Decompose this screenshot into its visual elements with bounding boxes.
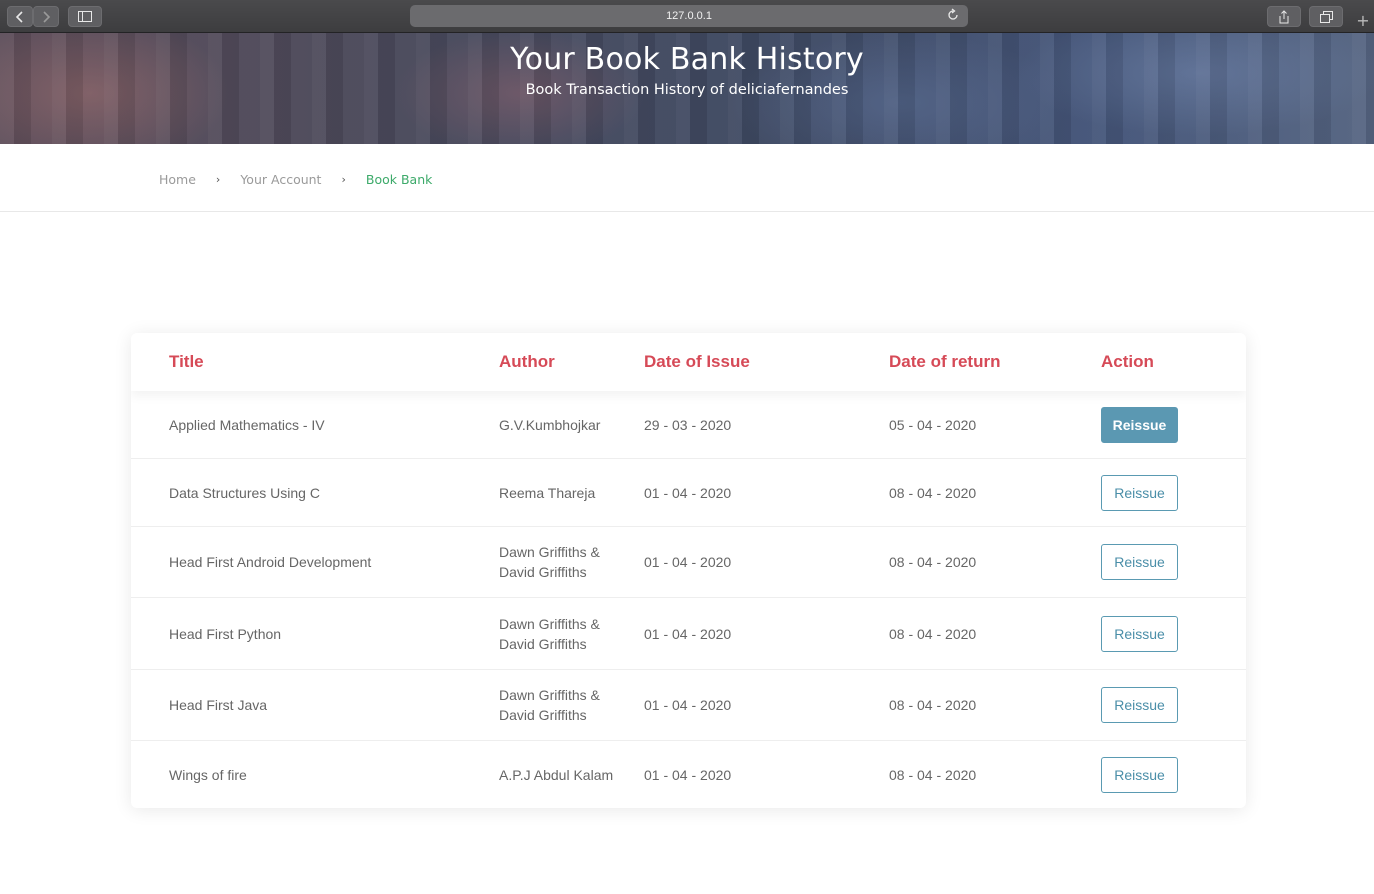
issue-date: 01 - 04 - 2020 <box>644 766 732 783</box>
reissue-button[interactable]: Reissue <box>1101 615 1178 652</box>
reissue-button[interactable]: Reissue <box>1101 406 1178 443</box>
return-date: 08 - 04 - 2020 <box>889 766 977 783</box>
table-row: Data Structures Using C Reema Thareja 01… <box>131 459 1246 527</box>
reissue-button[interactable]: Reissue <box>1101 474 1178 511</box>
action-cell: Reissue <box>1101 459 1221 526</box>
hero-banner: Your Book Bank History Book Transaction … <box>0 33 1374 144</box>
issue-date: 01 - 04 - 2020 <box>644 697 732 713</box>
chevron-right-icon: › <box>341 172 346 186</box>
book-title: Wings of fire <box>169 766 247 783</box>
divider <box>0 211 1374 212</box>
return-date: 08 - 04 - 2020 <box>889 484 977 501</box>
issue-date: 01 - 04 - 2020 <box>644 554 732 570</box>
return-date: 08 - 04 - 2020 <box>889 697 977 713</box>
table-row: Head First Java Dawn Griffiths & David G… <box>131 670 1246 741</box>
history-table: Title Author Date of Issue Date of retur… <box>131 333 1246 808</box>
tabs-button[interactable] <box>1309 6 1343 27</box>
share-icon <box>1279 9 1289 23</box>
back-icon <box>15 10 23 23</box>
page-subtitle: Book Transaction History of deliciaferna… <box>525 82 849 98</box>
tabs-icon <box>1319 10 1333 23</box>
book-author: Reema Thareja <box>499 484 596 501</box>
book-title: Applied Mathematics - IV <box>169 416 325 433</box>
url-text: 127.0.0.1 <box>666 10 712 22</box>
action-cell: Reissue <box>1101 741 1221 808</box>
return-date: 05 - 04 - 2020 <box>889 416 977 433</box>
table-row: Wings of fire A.P.J Abdul Kalam 01 - 04 … <box>131 741 1246 808</box>
action-cell: Reissue <box>1101 670 1221 740</box>
table-row: Head First Android Development Dawn Grif… <box>131 527 1246 598</box>
breadcrumb: Home › Your Account › Book Bank <box>159 171 432 187</box>
breadcrumb-home[interactable]: Home <box>159 172 196 187</box>
reissue-button[interactable]: Reissue <box>1101 687 1178 723</box>
column-header-author: Author <box>499 352 555 371</box>
book-author: A.P.J Abdul Kalam <box>499 766 614 783</box>
reload-icon[interactable] <box>946 8 960 22</box>
book-author: Dawn Griffiths & David Griffiths <box>499 615 600 652</box>
column-header-date-of-issue: Date of Issue <box>644 352 750 371</box>
action-cell: Reissue <box>1101 598 1221 669</box>
column-header-action: Action <box>1101 352 1154 371</box>
book-title: Data Structures Using C <box>169 484 320 501</box>
book-title: Head First Android Development <box>169 554 372 570</box>
table-header: Title Author Date of Issue Date of retur… <box>131 333 1246 391</box>
book-author: Dawn Griffiths & David Griffiths <box>499 544 600 580</box>
return-date: 08 - 04 - 2020 <box>889 625 977 642</box>
book-title: Head First Java <box>169 697 268 713</box>
back-button[interactable] <box>7 6 33 27</box>
forward-button[interactable] <box>33 6 59 27</box>
column-header-title: Title <box>169 352 204 371</box>
breadcrumb-your-account[interactable]: Your Account <box>240 172 321 187</box>
return-date: 08 - 04 - 2020 <box>889 554 977 570</box>
share-button[interactable] <box>1267 6 1301 27</box>
reissue-button[interactable]: Reissue <box>1101 544 1178 580</box>
table-row: Applied Mathematics - IV G.V.Kumbhojkar … <box>131 391 1246 459</box>
book-author: G.V.Kumbhojkar <box>499 416 601 433</box>
book-title: Head First Python <box>169 625 282 642</box>
new-tab-icon[interactable]: + <box>1352 8 1374 33</box>
forward-icon <box>43 10 51 23</box>
reissue-button[interactable]: Reissue <box>1101 756 1178 793</box>
sidebar-icon <box>78 11 92 22</box>
issue-date: 01 - 04 - 2020 <box>644 484 732 501</box>
page-title: Your Book Bank History <box>510 42 864 77</box>
address-bar[interactable]: 127.0.0.1 <box>410 5 968 27</box>
sidebar-button[interactable] <box>68 6 102 27</box>
browser-toolbar: 127.0.0.1 + <box>0 0 1374 33</box>
issue-date: 29 - 03 - 2020 <box>644 416 732 433</box>
table-row: Head First Python Dawn Griffiths & David… <box>131 598 1246 670</box>
action-cell: Reissue <box>1101 391 1221 458</box>
breadcrumb-book-bank: Book Bank <box>365 171 433 187</box>
action-cell: Reissue <box>1101 527 1221 597</box>
issue-date: 01 - 04 - 2020 <box>644 625 732 642</box>
book-author: Dawn Griffiths & David Griffiths <box>499 687 600 723</box>
column-header-date-of-return: Date of return <box>889 352 1001 371</box>
chevron-right-icon: › <box>215 172 221 186</box>
